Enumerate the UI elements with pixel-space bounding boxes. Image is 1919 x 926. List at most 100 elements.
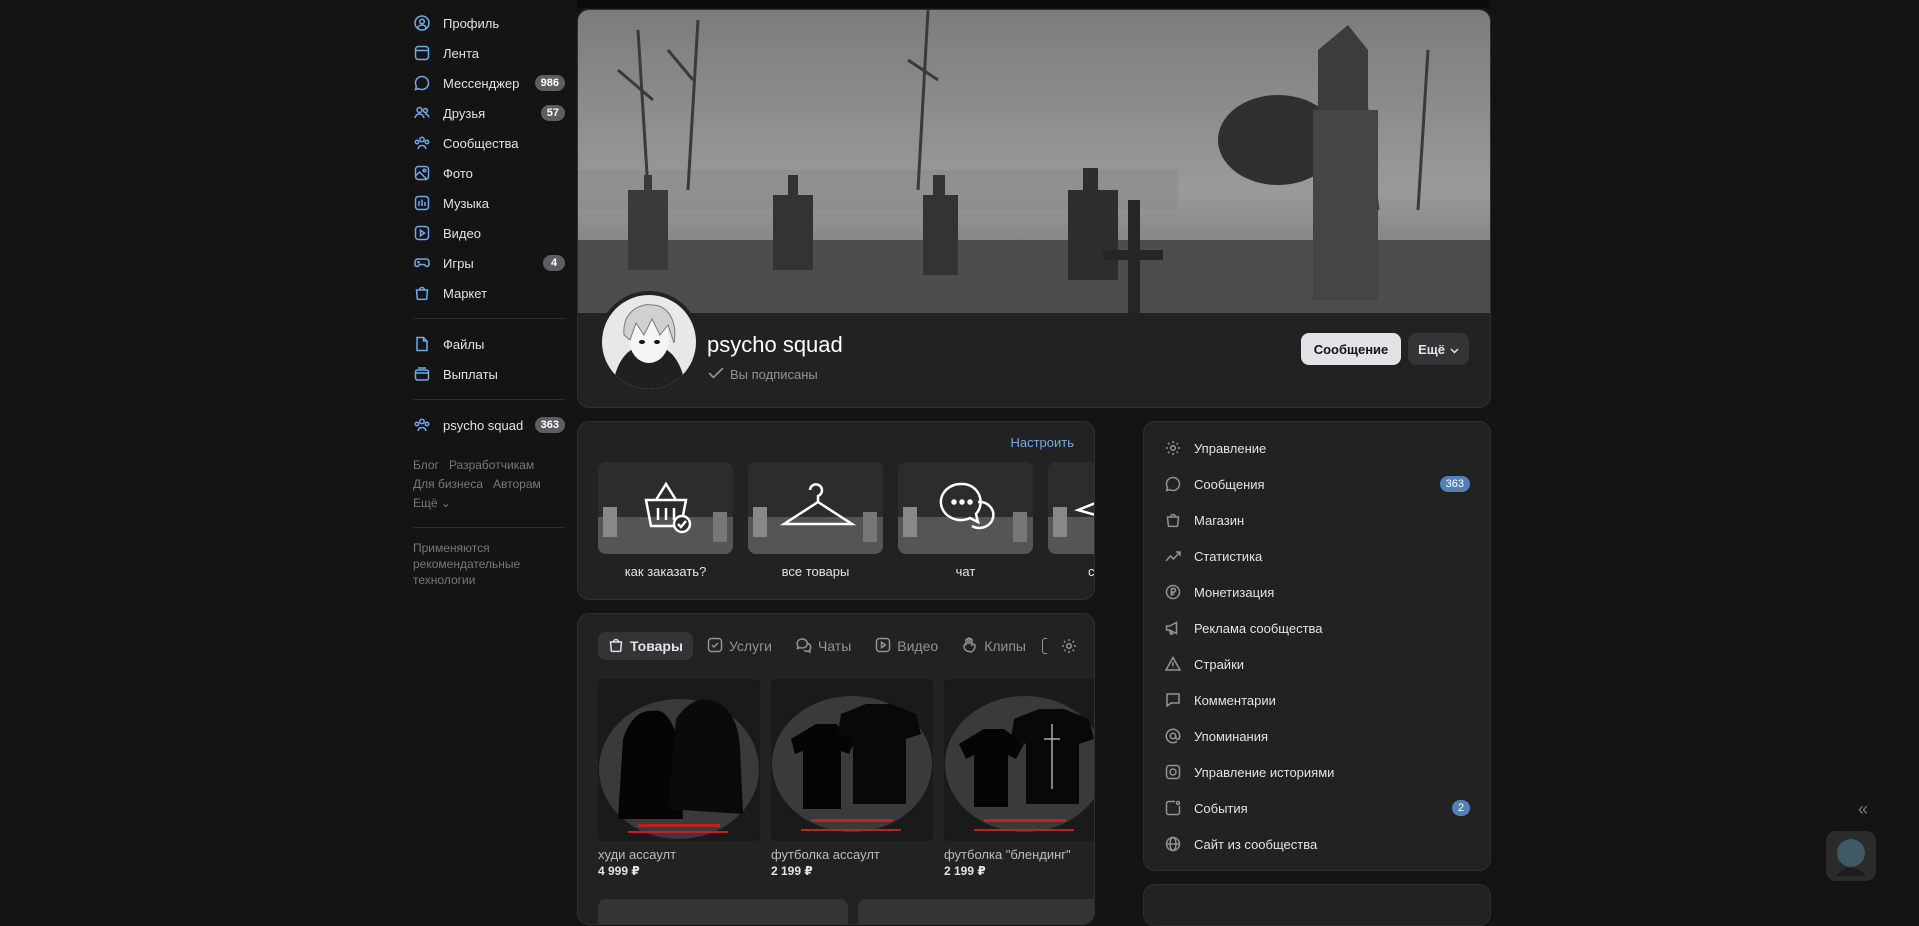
tab-clips[interactable]: Клипы [952, 632, 1036, 660]
newsfeed-icon [413, 44, 431, 62]
nav-item-messenger[interactable]: Мессенджер 986 [413, 68, 565, 98]
group-title: psycho squad [707, 332, 843, 357]
nav-item-feed[interactable]: Лента [413, 38, 565, 68]
bag-icon [1164, 511, 1182, 529]
admin-item-events[interactable]: События 2 [1144, 790, 1490, 826]
admin-item-label: События [1194, 800, 1248, 816]
shop-action-button[interactable] [598, 899, 848, 924]
tile-image [748, 462, 883, 554]
nav-item-label: psycho squad [443, 417, 524, 433]
nav-item-payments[interactable]: Выплаты [413, 359, 565, 389]
product-title: футболка ассаулт [771, 847, 880, 862]
shop-card: Товары Услуги Чаты Видео Клипы худи асса… [577, 613, 1095, 925]
admin-item-stories[interactable]: Управление историями [1144, 754, 1490, 790]
gear-icon [1061, 639, 1077, 657]
chart-line-icon [1164, 547, 1182, 565]
payments-icon [413, 365, 431, 383]
configure-link[interactable]: Настроить [1010, 435, 1074, 450]
admin-item-messages[interactable]: Сообщения 363 [1144, 466, 1490, 502]
comment-icon [1164, 691, 1182, 709]
product-price: 2 199 ₽ [771, 864, 813, 878]
nav-item-video[interactable]: Видео [413, 218, 565, 248]
footer-link-business[interactable]: Для бизнеса [413, 477, 483, 491]
nav-item-profile[interactable]: Профиль [413, 8, 565, 38]
tile-label: чат [955, 564, 976, 579]
tab-services[interactable]: Услуги [697, 632, 782, 660]
admin-item-label: Реклама сообщества [1194, 620, 1323, 636]
chevron-down-icon [1450, 342, 1459, 357]
nav-item-market[interactable]: Маркет [413, 278, 565, 308]
video-icon [413, 224, 431, 242]
users-icon [413, 104, 431, 122]
counter-badge: 4 [543, 255, 565, 271]
tab-label: Чаты [818, 638, 852, 654]
more-button[interactable]: Ещё [1408, 333, 1469, 365]
footer-link-developers[interactable]: Разработчикам [449, 458, 534, 472]
admin-item-comments[interactable]: Комментарии [1144, 682, 1490, 718]
admin-item-monetization[interactable]: Монетизация [1144, 574, 1490, 610]
link-tile[interactable]: соц се [1048, 462, 1094, 579]
product-image [944, 679, 1094, 841]
admin-item-site[interactable]: Сайт из сообщества [1144, 826, 1490, 862]
music-icon [413, 194, 431, 212]
admin-item-statistics[interactable]: Статистика [1144, 538, 1490, 574]
link-tile[interactable]: чат [898, 462, 1033, 579]
admin-item-label: Комментарии [1194, 692, 1276, 708]
content-tabs: Товары Услуги Чаты Видео Клипы [598, 632, 1049, 660]
nav-item-friends[interactable]: Друзья 57 [413, 98, 565, 128]
tile-image [1048, 462, 1094, 554]
clips-icon [962, 636, 978, 656]
nav-item-photos[interactable]: Фото [413, 158, 565, 188]
left-navigation: Профиль Лента Мессенджер 986 Друзья 57 С… [413, 8, 565, 588]
recommendation-note: Применяются рекомендательные технологии [413, 527, 565, 588]
admin-item-shop[interactable]: Магазин [1144, 502, 1490, 538]
admin-item-management[interactable]: Управление [1144, 430, 1490, 466]
nav-item-communities[interactable]: Сообщества [413, 128, 565, 158]
link-tile[interactable]: как заказать? [598, 462, 733, 579]
link-tile[interactable]: все товары [748, 462, 883, 579]
footer-link-authors[interactable]: Авторам [493, 477, 541, 491]
admin-item-mentions[interactable]: Упоминания [1144, 718, 1490, 754]
admin-item-ads[interactable]: Реклама сообщества [1144, 610, 1490, 646]
product-image [598, 679, 760, 841]
shop-action-button[interactable] [858, 899, 1094, 924]
tab-label: Товары [630, 638, 683, 654]
footer-link-blog[interactable]: Блог [413, 458, 439, 472]
top-bar [577, 0, 1489, 8]
footer-link-more[interactable]: Ещё ⌄ [413, 496, 451, 510]
tab-overflow[interactable] [1040, 632, 1049, 660]
nav-item-music[interactable]: Музыка [413, 188, 565, 218]
globe-icon [1164, 835, 1182, 853]
admin-item-strikes[interactable]: Страйки [1144, 646, 1490, 682]
product-card[interactable]: худи ассаулт 4 999 ₽ [598, 679, 760, 878]
megaphone-icon [1164, 619, 1182, 637]
group-avatar[interactable] [598, 291, 700, 393]
community-icon [413, 416, 431, 434]
nav-item-label: Маркет [443, 285, 488, 301]
nav-item-label: Мессенджер [443, 75, 520, 91]
tab-label: Видео [897, 638, 939, 654]
nav-divider [413, 318, 565, 319]
footer-more-label: Ещё [413, 496, 438, 510]
nav-item-group-psycho-squad[interactable]: psycho squad 363 [413, 410, 565, 440]
product-card[interactable]: футболка ассаулт 2 199 ₽ [771, 679, 933, 878]
tabs-settings-button[interactable] [1061, 638, 1077, 657]
ruble-icon [1164, 583, 1182, 601]
nav-item-files[interactable]: Файлы [413, 329, 565, 359]
tab-video[interactable]: Видео [865, 632, 948, 660]
admin-item-label: Сайт из сообщества [1194, 836, 1318, 852]
tab-chats[interactable]: Чаты [786, 632, 861, 660]
tab-goods[interactable]: Товары [598, 632, 693, 660]
subscription-status[interactable]: Вы подписаны [708, 367, 818, 382]
product-card[interactable]: футболка "блендинг" 2 199 ₽ [944, 679, 1094, 878]
collapse-chevron-icon[interactable]: « [1858, 799, 1868, 820]
nav-item-games[interactable]: Игры 4 [413, 248, 565, 278]
admin-item-label: Упоминания [1194, 728, 1269, 744]
admin-menu: Управление Сообщения 363 Магазин Статист… [1144, 422, 1490, 862]
photo-icon [413, 164, 431, 182]
message-button[interactable]: Сообщение [1301, 333, 1401, 365]
mini-player-avatar[interactable] [1826, 831, 1876, 881]
message-icon [1164, 475, 1182, 493]
link-tiles: как заказать? все товары чат соц се [598, 462, 1094, 579]
admin-menu-card: Управление Сообщения 363 Магазин Статист… [1143, 421, 1491, 871]
